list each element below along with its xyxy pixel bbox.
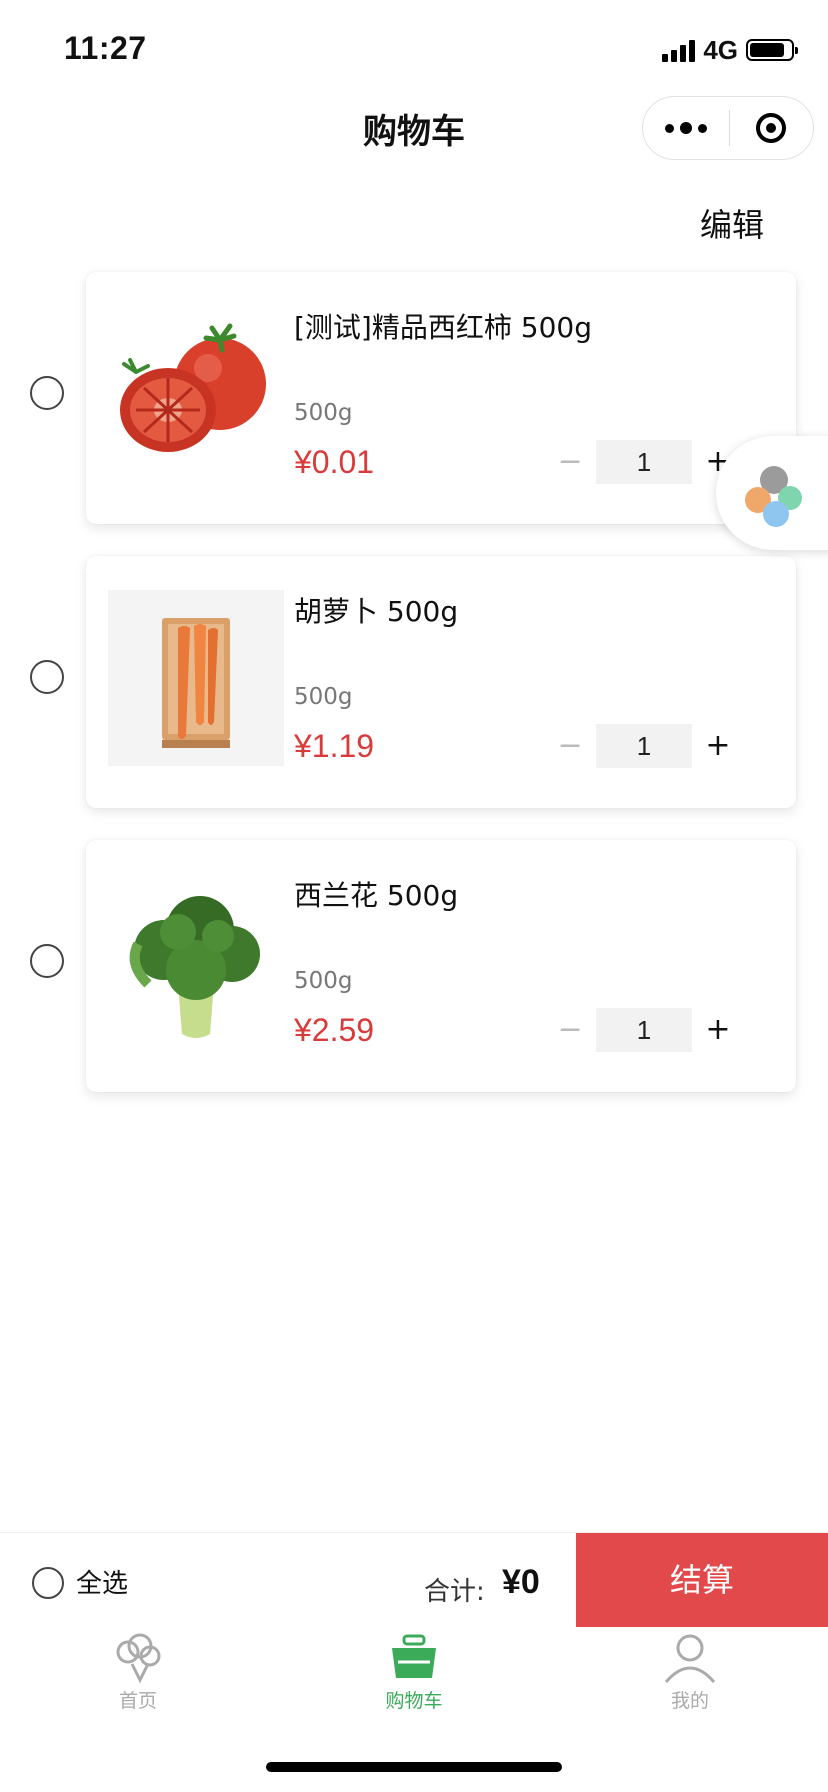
more-dots-icon[interactable]	[643, 96, 729, 160]
status-indicators: 4G	[662, 34, 798, 65]
decrease-button[interactable]: −	[544, 440, 596, 484]
quantity-stepper: − 1 +	[544, 1008, 744, 1052]
product-spec: 500g	[294, 684, 353, 710]
decrease-button[interactable]: −	[544, 1008, 596, 1052]
cart-item-card[interactable]: 西兰花 500g 500g ¥2.59 − 1 +	[86, 840, 796, 1092]
cart-page: 11:27 4G 购物车 编辑 [测试]精品西红柿 500g 500g ¥0.0…	[0, 0, 828, 1792]
quantity-field[interactable]: 1	[596, 1008, 692, 1052]
cart-item: [测试]精品西红柿 500g 500g ¥0.01 − 1 +	[0, 272, 828, 556]
select-all-label[interactable]: 全选	[76, 1563, 128, 1600]
item-checkbox[interactable]	[30, 944, 64, 978]
tab-home[interactable]: 首页	[0, 1626, 276, 1716]
signal-icon	[662, 38, 696, 62]
quantity-field[interactable]: 1	[596, 724, 692, 768]
basket-icon	[392, 1634, 436, 1678]
quantity-stepper: − 1 +	[544, 440, 744, 484]
cart-item-card[interactable]: 胡萝卜 500g 500g ¥1.19 − 1 +	[86, 556, 796, 808]
status-bar: 11:27 4G	[0, 0, 828, 96]
tab-bar: 首页 购物车 我的	[0, 1626, 828, 1716]
tab-label: 购物车	[385, 1690, 443, 1712]
quantity-stepper: − 1 +	[544, 724, 744, 768]
product-name[interactable]: [测试]精品西红柿 500g	[294, 306, 592, 346]
cart-item-card[interactable]: [测试]精品西红柿 500g 500g ¥0.01 − 1 +	[86, 272, 796, 524]
tab-cart[interactable]: 购物车	[276, 1626, 552, 1716]
tab-label: 我的	[670, 1690, 709, 1712]
increase-button[interactable]: +	[692, 724, 744, 768]
product-image-carrot[interactable]	[108, 590, 284, 766]
target-icon[interactable]	[730, 96, 814, 160]
product-name[interactable]: 胡萝卜 500g	[294, 590, 458, 630]
product-spec: 500g	[294, 400, 353, 426]
broccoli-icon	[116, 1633, 161, 1684]
quantity-field[interactable]: 1	[596, 440, 692, 484]
select-all-checkbox[interactable]	[32, 1567, 64, 1599]
cart-item: 西兰花 500g 500g ¥2.59 − 1 +	[0, 840, 828, 1124]
product-name[interactable]: 西兰花 500g	[294, 874, 458, 914]
total-label: 合计:	[424, 1577, 485, 1607]
assistant-icon	[745, 466, 802, 527]
cart-list: [测试]精品西红柿 500g 500g ¥0.01 − 1 + 胡萝卜 500g…	[0, 272, 828, 1124]
total-amount: ¥0	[502, 1563, 540, 1601]
edit-button[interactable]: 编辑	[700, 200, 764, 246]
battery-icon	[746, 39, 798, 61]
product-image-tomato[interactable]	[108, 306, 284, 482]
product-price: ¥2.59	[294, 1012, 375, 1048]
miniapp-capsule	[642, 96, 814, 160]
product-image-broccoli[interactable]	[108, 874, 284, 1050]
nav-bar: 购物车	[0, 96, 828, 162]
product-price: ¥1.19	[294, 728, 375, 764]
status-time: 11:27	[64, 30, 147, 66]
home-indicator	[266, 1762, 562, 1772]
cart-item: 胡萝卜 500g 500g ¥1.19 − 1 +	[0, 556, 828, 840]
tab-profile[interactable]: 我的	[552, 1626, 828, 1716]
checkout-button[interactable]: 结算	[576, 1533, 828, 1627]
person-icon	[664, 1634, 716, 1683]
product-spec: 500g	[294, 968, 353, 994]
item-checkbox[interactable]	[30, 376, 64, 410]
decrease-button[interactable]: −	[544, 724, 596, 768]
checkout-bar: 全选 合计: ¥0 结算	[0, 1532, 828, 1627]
product-price: ¥0.01	[294, 444, 375, 480]
increase-button[interactable]: +	[692, 1008, 744, 1052]
network-type: 4G	[703, 34, 738, 65]
floating-assistant-button[interactable]	[716, 436, 828, 550]
tab-label: 首页	[118, 1690, 157, 1712]
item-checkbox[interactable]	[30, 660, 64, 694]
